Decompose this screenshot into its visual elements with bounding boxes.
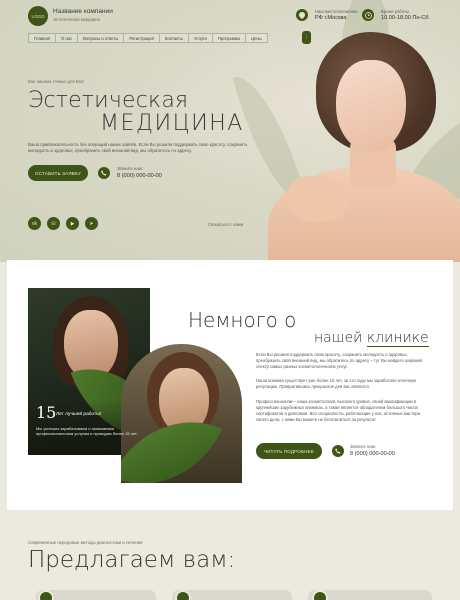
nav-contacts[interactable]: Контакты <box>158 33 188 43</box>
about-paragraph-1: Если Вы решили поддержать свою красоту, … <box>256 352 422 369</box>
years-text: Мы успешно зарабатываем и занимаемся про… <box>36 426 138 437</box>
address-label: Наш местоположение <box>315 9 358 14</box>
hero-title-line1: Эстетическая <box>28 88 189 113</box>
about-image-secondary <box>121 344 242 483</box>
hero-portrait-image <box>268 26 460 262</box>
company-tagline: Эстетическая медицина <box>53 17 100 22</box>
about-phone[interactable]: 8 (000) 000-00-00 <box>350 451 395 457</box>
service-icon <box>312 590 328 600</box>
whatsapp-icon[interactable]: ☏ <box>47 217 60 230</box>
years-label: Лет лучшей работы! <box>56 412 102 417</box>
nav-home[interactable]: Главная <box>28 33 55 43</box>
read-more-button[interactable]: ЧИТАТЬ ПОДРОБНЕЕ <box>256 443 322 459</box>
service-icon <box>38 590 54 600</box>
about-title-line1: Немного о <box>188 308 297 332</box>
nav-services[interactable]: Услуги <box>187 33 212 43</box>
telegram-icon[interactable]: ➤ <box>85 217 98 230</box>
clock-icon <box>362 9 374 21</box>
years-number: 15 <box>36 403 57 422</box>
nav-faq[interactable]: Вопросы и ответы <box>77 33 124 43</box>
hero-title-line2: МЕДИЦИНА <box>100 111 244 136</box>
hero-phone[interactable]: 8 (000) 000-00-00 <box>117 173 162 179</box>
phone-icon <box>98 167 110 179</box>
nav-prices[interactable]: Цены <box>244 33 268 43</box>
youtube-icon[interactable]: ▶ <box>66 217 79 230</box>
nav-registration[interactable]: Регистрация <box>123 33 159 43</box>
offer-title: Предлагаем вам: <box>28 547 236 573</box>
vk-icon[interactable]: vk <box>28 217 41 230</box>
hours-label: Время работы <box>381 9 409 14</box>
hero-phone-label: Звоните нам: <box>117 166 143 171</box>
service-card[interactable] <box>36 590 156 600</box>
about-paragraph-3: Профессионализм – наша косметология, выс… <box>256 399 421 422</box>
service-icon <box>175 590 191 600</box>
map-pin-icon <box>296 9 308 21</box>
leave-request-button[interactable]: ОСТАВИТЬ ЗАЯВКУ <box>28 165 88 181</box>
address-value: РФ г.Москва <box>315 15 347 21</box>
about-title-line2: нашей клинике <box>314 330 429 347</box>
company-logo[interactable]: LOGO <box>28 6 48 26</box>
social-label: Связаться с нами <box>208 222 244 227</box>
nav-program[interactable]: Программа <box>211 33 245 43</box>
main-nav: Главная О нас Вопросы и ответы Регистрац… <box>28 33 268 43</box>
about-paragraph-2: Наша клиника существует уже более 15 лет… <box>256 378 417 389</box>
hours-value: 10.00-18.00 Пн-Сб <box>381 15 429 21</box>
menu-toggle-icon[interactable]: ⋮ <box>302 31 311 44</box>
hero-pretitle: Вне лишних точных для Вас! <box>28 79 85 84</box>
about-phone-label: Звоните нам: <box>350 444 376 449</box>
nav-about[interactable]: О нас <box>54 33 78 43</box>
about-title-accent: клинике <box>366 330 429 347</box>
phone-icon <box>332 445 344 457</box>
company-name: Название компании <box>53 8 113 15</box>
hero-description: Ваша привлекательность без операций наши… <box>28 142 248 154</box>
offer-pretitle: Современные передовые методы диагностики… <box>28 540 143 545</box>
